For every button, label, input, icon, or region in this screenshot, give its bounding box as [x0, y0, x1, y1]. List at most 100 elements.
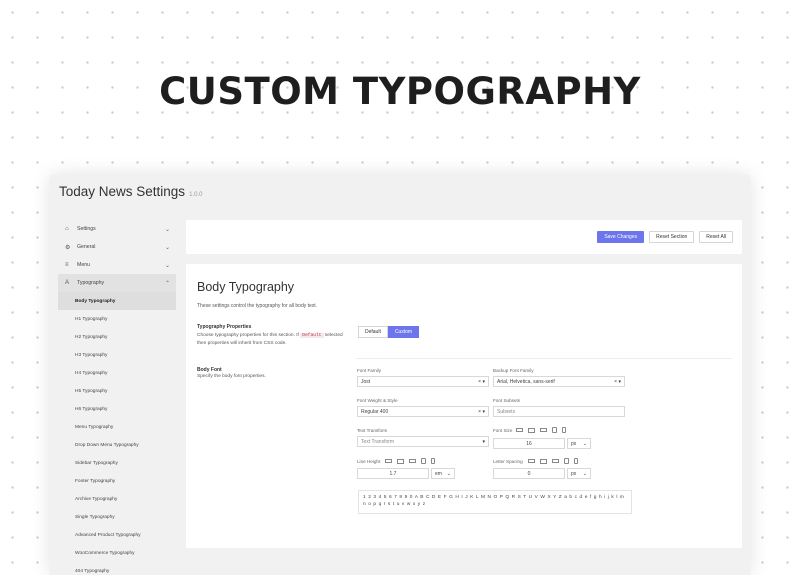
font-subsets-select[interactable]: Subsets — [493, 406, 625, 417]
mobile-icon[interactable] — [574, 458, 578, 464]
chevron-down-icon: ⌄ — [164, 244, 170, 251]
text-transform-select[interactable]: Text Transform ▾ — [357, 436, 489, 447]
sidebar-subitem-footer[interactable]: Footer Typography — [58, 472, 176, 490]
sidebar-subitem-menu[interactable]: Menu Typography — [58, 418, 176, 436]
desktop-icon[interactable] — [397, 458, 404, 464]
sidebar-subitem-single[interactable]: Single Typography — [58, 508, 176, 526]
text-transform-placeholder: Text Transform — [361, 438, 395, 445]
font-family-select[interactable]: Jost × ▾ — [357, 376, 489, 387]
inline-code: Default — [300, 333, 324, 338]
chevron-down-icon: ⌄ — [164, 226, 170, 233]
tablet-icon[interactable] — [564, 458, 569, 464]
sidebar-subitem-h3[interactable]: H3 Typography — [58, 346, 176, 364]
hero-title: CUSTOM TYPOGRAPHY — [159, 70, 641, 113]
desktop-icon[interactable] — [540, 458, 547, 464]
window-header: Today News Settings 1.0.0 — [59, 184, 202, 204]
chevron-up-icon: ⌃ — [164, 280, 170, 287]
backup-font-label: Backup Font Family — [493, 368, 534, 373]
laptop-icon[interactable] — [385, 459, 392, 463]
backup-font-value: Arial, Helvetica, sans-serif — [497, 378, 555, 385]
sidebar-subitem-archive[interactable]: Archive Typography — [58, 490, 176, 508]
settings-window: Today News Settings 1.0.0 ⌂ Settings ⌄ ⚙… — [50, 175, 750, 575]
laptop-icon[interactable] — [409, 459, 416, 463]
letter-spacing-input[interactable]: 0 — [493, 468, 565, 479]
desktop-icon[interactable] — [528, 427, 535, 433]
letter-spacing-label: Letter Spacing — [493, 459, 523, 464]
unit-value: px — [571, 470, 577, 477]
letter-spacing-devices — [528, 458, 578, 464]
font-family-value: Jost — [361, 378, 371, 385]
sidebar-item-general[interactable]: ⚙ General ⌄ — [58, 238, 176, 256]
sidebar-subitem-sidebar[interactable]: Sidebar Typography — [58, 454, 176, 472]
backup-font-select[interactable]: Arial, Helvetica, sans-serif × ▾ — [493, 376, 625, 387]
sidebar-item-label: General — [77, 244, 96, 250]
sidebar: ⌂ Settings ⌄ ⚙ General ⌄ ≡ Menu ⌄ A Typo… — [58, 220, 176, 575]
mobile-icon[interactable] — [562, 427, 566, 433]
sidebar-item-label: Typography — [77, 280, 105, 286]
sidebar-subitem-dropdown[interactable]: Drop Down Menu Typography — [58, 436, 176, 454]
laptop-icon[interactable] — [528, 459, 535, 463]
desc-text: Choose typography properties for this se… — [197, 333, 299, 338]
font-size-unit-select[interactable]: px ⌄ — [567, 438, 591, 449]
typography-properties-section: Typography Properties Choose typography … — [197, 324, 347, 348]
body-font-section: Body Font Specify the body font properti… — [197, 367, 347, 381]
laptop-icon[interactable] — [552, 459, 559, 463]
font-size-input[interactable]: 16 — [493, 438, 565, 449]
line-height-label: Line Height — [357, 459, 381, 464]
chevron-down-icon: ⌄ — [164, 262, 170, 269]
settings-panel: Body Typography These settings control t… — [186, 264, 742, 548]
window-title: Today News Settings — [59, 184, 186, 199]
sidebar-item-label: Settings — [77, 226, 96, 232]
laptop-icon[interactable] — [540, 428, 547, 432]
sidebar-subitem-woocommerce[interactable]: WooCommerce Typography — [58, 544, 176, 562]
text-transform-label: Text Transform — [357, 428, 388, 433]
sidebar-subitem-h1[interactable]: H1 Typography — [58, 310, 176, 328]
typography-mode-toggle: Default Custom — [358, 326, 420, 338]
section-title: Typography Properties — [197, 324, 252, 330]
font-size-label: Font Size — [493, 428, 513, 433]
clear-icon[interactable]: × ▾ — [614, 379, 624, 385]
save-button[interactable]: Save Changes — [597, 231, 645, 243]
reset-all-button[interactable]: Reset All — [699, 231, 733, 243]
sidebar-subitem-advanced-product[interactable]: Advanced Product Typography — [58, 526, 176, 544]
section-description: Specify the body font properties. — [197, 374, 266, 379]
mobile-icon[interactable] — [431, 458, 435, 464]
sidebar-subitem-h4[interactable]: H4 Typography — [58, 364, 176, 382]
version-label: 1.0.0 — [189, 192, 203, 198]
chevron-down-icon: ⌄ — [582, 470, 587, 477]
sidebar-item-settings[interactable]: ⌂ Settings ⌄ — [58, 220, 176, 238]
font-subsets-label: Font Subsets — [493, 398, 521, 403]
font-weight-label: Font Weight & Style — [357, 398, 398, 403]
page-title: Body Typography — [197, 280, 295, 294]
font-weight-select[interactable]: Regular 400 × ▾ — [357, 406, 489, 417]
gear-icon: ⚙ — [65, 244, 71, 251]
letter-spacing-unit-select[interactable]: px ⌄ — [567, 468, 591, 479]
sidebar-subitem-404[interactable]: 404 Typography — [58, 562, 176, 575]
line-height-input[interactable]: 1.7 — [357, 468, 429, 479]
clear-icon[interactable]: × ▾ — [478, 409, 488, 415]
sidebar-subitem-h5[interactable]: H5 Typography — [58, 382, 176, 400]
font-preview: 1 2 3 4 5 6 7 8 9 0 A B C D E F G H I J … — [358, 490, 632, 514]
tablet-icon[interactable] — [421, 458, 426, 464]
font-subsets-placeholder: Subsets — [497, 408, 516, 415]
sidebar-subitem-h2[interactable]: H2 Typography — [58, 328, 176, 346]
sidebar-item-typography[interactable]: A Typography ⌃ — [58, 274, 176, 292]
chevron-down-icon: ▾ — [482, 438, 485, 445]
chevron-down-icon: ⌄ — [446, 470, 451, 477]
home-icon: ⌂ — [65, 226, 69, 232]
unit-value: px — [571, 440, 577, 447]
laptop-icon[interactable] — [516, 428, 523, 432]
custom-option[interactable]: Custom — [387, 326, 420, 338]
sidebar-subitem-body[interactable]: Body Typography — [58, 292, 176, 310]
font-family-label: Font Family — [357, 368, 381, 373]
typography-icon: A — [65, 280, 70, 286]
tablet-icon[interactable] — [552, 427, 557, 433]
sidebar-item-menu[interactable]: ≡ Menu ⌄ — [58, 256, 176, 274]
sidebar-subitem-h6[interactable]: H6 Typography — [58, 400, 176, 418]
clear-icon[interactable]: × ▾ — [478, 379, 488, 385]
divider — [356, 358, 732, 359]
default-option[interactable]: Default — [358, 326, 388, 338]
reset-section-button[interactable]: Reset Section — [649, 231, 695, 243]
page-description: These settings control the typography fo… — [197, 303, 318, 309]
line-height-unit-select[interactable]: em ⌄ — [431, 468, 455, 479]
